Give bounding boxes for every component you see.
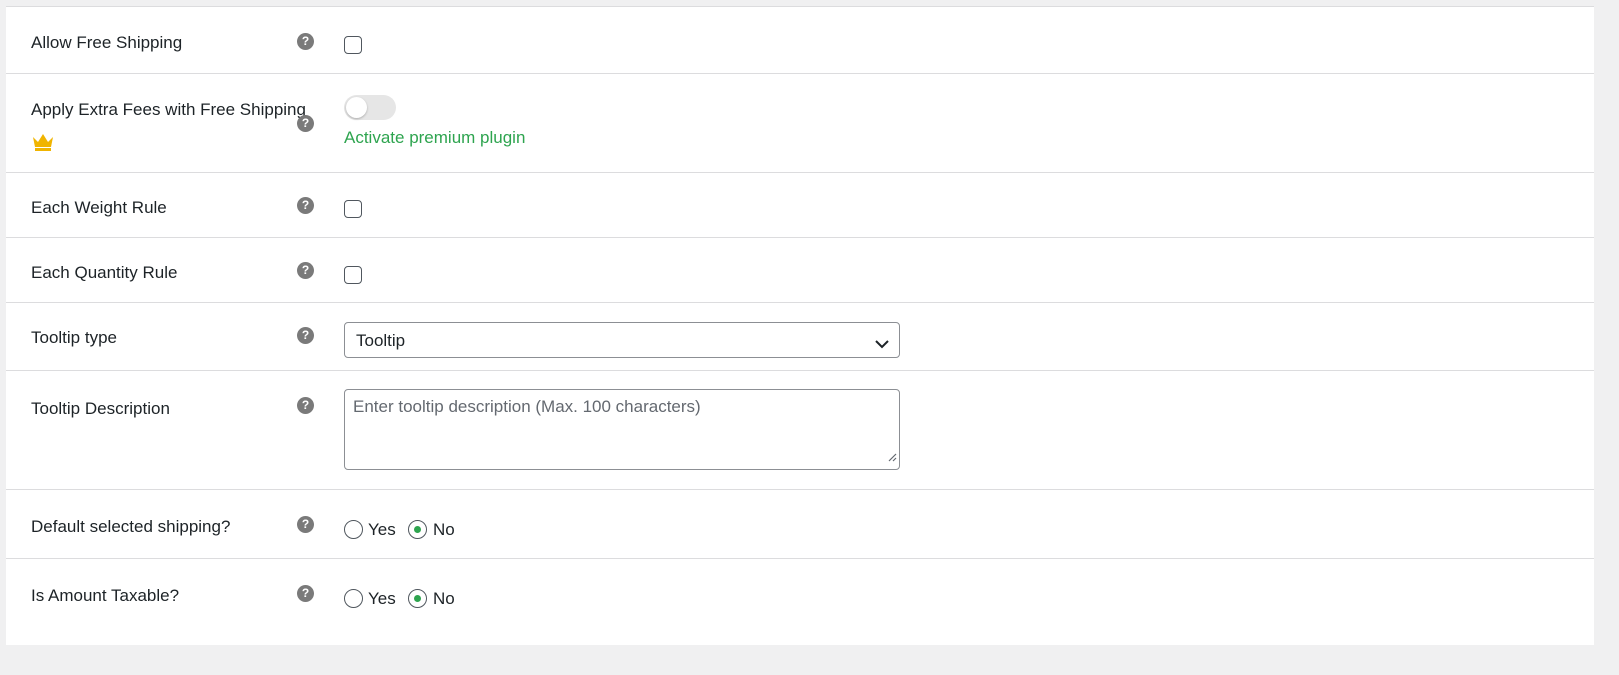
apply-extra-fees-label: Apply Extra Fees with Free Shipping — [31, 100, 306, 120]
default-selected-shipping-label: Default selected shipping? — [31, 517, 230, 537]
each-weight-rule-checkbox[interactable] — [344, 200, 362, 218]
row-allow-free-shipping: Allow Free Shipping ? — [6, 7, 1594, 74]
allow-free-shipping-checkbox[interactable] — [344, 36, 362, 54]
taxable-no-radio[interactable] — [408, 589, 427, 608]
default-selected-no-radio[interactable] — [408, 520, 427, 539]
shipping-settings-panel: Allow Free Shipping ? Apply Extra Fees w… — [6, 6, 1594, 645]
tooltip-type-selected-value: Tooltip — [356, 331, 405, 351]
resize-handle-icon[interactable] — [887, 447, 897, 467]
taxable-no-label[interactable]: No — [433, 589, 455, 609]
row-is-amount-taxable: Is Amount Taxable? ? Yes No — [6, 558, 1594, 645]
tooltip-type-select[interactable]: Tooltip — [344, 322, 900, 358]
chevron-down-icon — [875, 334, 889, 354]
help-icon[interactable]: ? — [297, 585, 314, 602]
row-tooltip-type: Tooltip type ? Tooltip — [6, 302, 1594, 371]
help-icon[interactable]: ? — [297, 197, 314, 214]
help-icon[interactable]: ? — [297, 33, 314, 50]
help-icon[interactable]: ? — [297, 327, 314, 344]
radio-selected-dot — [414, 526, 421, 533]
row-tooltip-description: Tooltip Description ? Enter tooltip desc… — [6, 370, 1594, 490]
each-weight-rule-label: Each Weight Rule — [31, 198, 167, 218]
default-selected-yes-radio[interactable] — [344, 520, 363, 539]
tooltip-description-textarea[interactable]: Enter tooltip description (Max. 100 char… — [344, 389, 900, 470]
help-icon[interactable]: ? — [297, 262, 314, 279]
row-each-quantity-rule: Each Quantity Rule ? — [6, 237, 1594, 303]
row-default-selected-shipping: Default selected shipping? ? Yes No — [6, 489, 1594, 559]
tooltip-description-label: Tooltip Description — [31, 399, 170, 419]
help-icon[interactable]: ? — [297, 115, 314, 132]
tooltip-description-placeholder: Enter tooltip description (Max. 100 char… — [353, 397, 701, 417]
row-apply-extra-fees: Apply Extra Fees with Free Shipping ? Ac… — [6, 73, 1594, 173]
extra-fees-toggle[interactable] — [344, 95, 396, 120]
taxable-yes-radio[interactable] — [344, 589, 363, 608]
activate-premium-link[interactable]: Activate premium plugin — [344, 128, 525, 148]
row-each-weight-rule: Each Weight Rule ? — [6, 172, 1594, 238]
tooltip-type-label: Tooltip type — [31, 328, 117, 348]
default-selected-no-label[interactable]: No — [433, 520, 455, 540]
each-quantity-rule-label: Each Quantity Rule — [31, 263, 177, 283]
crown-icon — [31, 132, 55, 157]
default-selected-yes-label[interactable]: Yes — [368, 520, 396, 540]
allow-free-shipping-label: Allow Free Shipping — [31, 33, 182, 53]
help-icon[interactable]: ? — [297, 516, 314, 533]
radio-selected-dot — [414, 595, 421, 602]
help-icon[interactable]: ? — [297, 397, 314, 414]
is-amount-taxable-label: Is Amount Taxable? — [31, 586, 179, 606]
toggle-knob — [346, 97, 367, 118]
taxable-yes-label[interactable]: Yes — [368, 589, 396, 609]
each-quantity-rule-checkbox[interactable] — [344, 266, 362, 284]
